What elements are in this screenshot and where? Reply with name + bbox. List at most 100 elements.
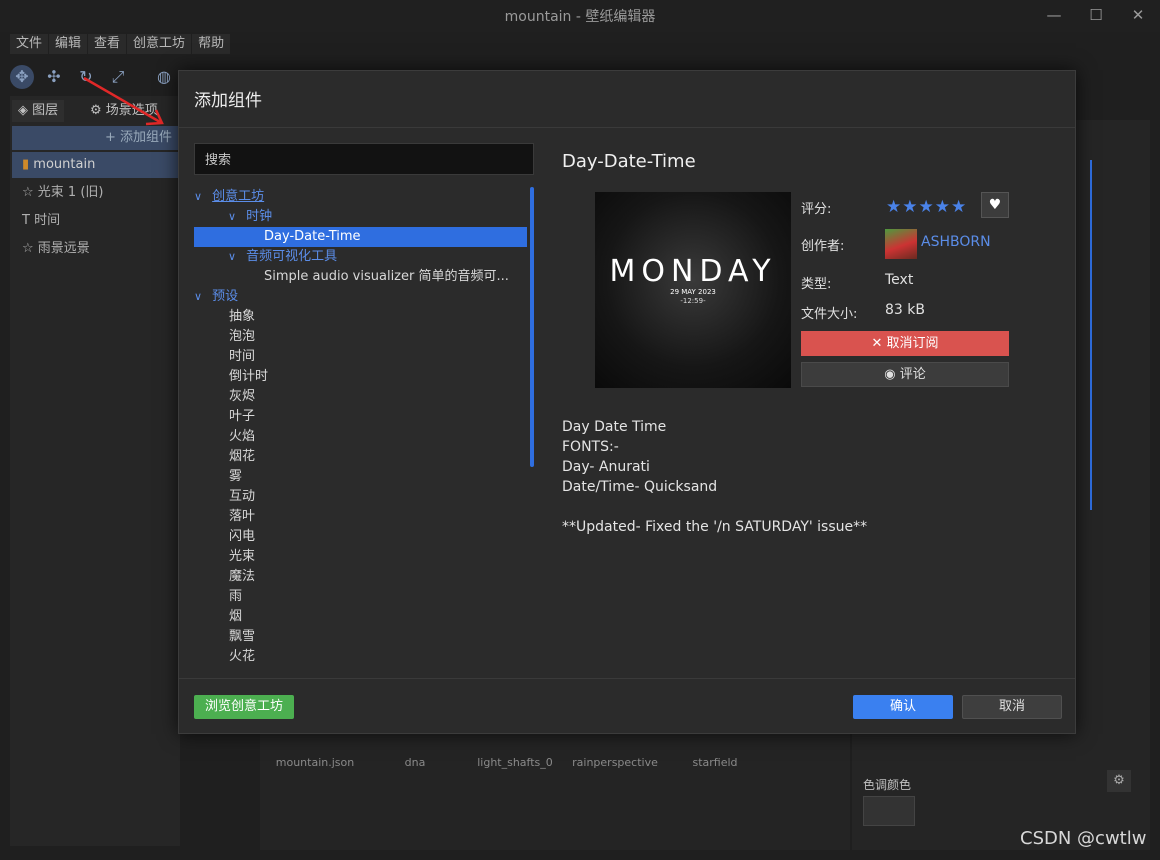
search-input[interactable] <box>194 143 534 175</box>
asset-item[interactable]: mountain.json <box>270 756 360 769</box>
preset-item[interactable]: 火花 <box>229 647 255 667</box>
menu-workshop[interactable]: 创意工坊 <box>127 34 192 54</box>
preset-item[interactable]: 抽象 <box>229 307 255 327</box>
tree-node-label: 预设 <box>212 289 239 304</box>
tab-layers-label: 图层 <box>32 103 59 118</box>
unsubscribe-button[interactable]: ✕ 取消订阅 <box>801 331 1009 356</box>
chevron-down-icon: ∨ <box>194 290 203 303</box>
preset-item[interactable]: 魔法 <box>229 567 255 587</box>
asset-browser: mountain.json dna light_shafts_0 rainper… <box>260 730 850 850</box>
preset-item[interactable]: 泡泡 <box>229 327 255 347</box>
author-avatar[interactable] <box>885 229 917 259</box>
divider <box>179 678 1075 679</box>
preview-date-text: 29 MAY 2023 <box>670 288 716 296</box>
close-window-button[interactable]: ✕ <box>1124 4 1152 26</box>
asset-item[interactable]: light_shafts_0 <box>470 756 560 769</box>
rating-label: 评分: <box>801 202 832 217</box>
type-value: Text <box>885 272 914 288</box>
maximize-button[interactable]: ☐ <box>1082 4 1110 26</box>
select-tool-icon[interactable]: ✥ <box>10 65 34 89</box>
star-icon: ☆ <box>22 241 38 256</box>
preset-item[interactable]: 飘雪 <box>229 627 255 647</box>
window-title: mountain - 壁纸编辑器 <box>504 9 656 25</box>
component-preview-image: MONDAY 29 MAY 2023 -12:59- <box>595 192 791 388</box>
tree-node-audio-visualizer[interactable]: ∨ 音频可视化工具 <box>228 247 337 267</box>
chevron-down-icon: ∨ <box>194 190 203 203</box>
tint-color-label: 色调颜色 <box>863 778 912 792</box>
preset-item[interactable]: 互动 <box>229 487 255 507</box>
author-link[interactable]: ASHBORN <box>921 234 991 250</box>
watermark: CSDN @cwtlw <box>1020 828 1147 849</box>
layer-label: 雨景远景 <box>37 241 90 256</box>
preset-item[interactable]: 雾 <box>229 467 242 487</box>
asset-item[interactable]: rainperspective <box>570 756 660 769</box>
move-tool-icon[interactable]: ✣ <box>42 65 66 89</box>
layer-item[interactable]: ☆ 光束 1 (旧) <box>12 180 178 206</box>
preset-item[interactable]: 火焰 <box>229 427 255 447</box>
tree-scrollbar[interactable] <box>530 187 534 467</box>
description-line: FONTS:- <box>562 439 619 455</box>
layer-label: 时间 <box>34 213 61 228</box>
color-swatch[interactable] <box>863 796 915 826</box>
confirm-button[interactable]: 确认 <box>853 695 953 719</box>
menu-help[interactable]: 帮助 <box>192 34 231 54</box>
lock-icon: ▮ <box>22 157 34 172</box>
menu-file[interactable]: 文件 <box>10 34 49 54</box>
preset-item[interactable]: 时间 <box>229 347 255 367</box>
layer-item[interactable]: T 时间 <box>12 208 178 234</box>
tree-node-label: 创意工坊 <box>212 189 265 204</box>
tree-item-audio-visualizer[interactable]: Simple audio visualizer 简单的音频可... <box>264 267 509 287</box>
preset-item[interactable]: 叶子 <box>229 407 255 427</box>
layer-label: 光束 1 (旧) <box>37 185 104 200</box>
preset-item[interactable]: 烟 <box>229 607 242 627</box>
author-label: 创作者: <box>801 239 845 254</box>
favorite-heart-icon[interactable]: ♥ <box>981 192 1009 218</box>
description-line: Day Date Time <box>562 419 667 435</box>
comment-button[interactable]: ◉ 评论 <box>801 362 1009 387</box>
panel-scrollbar[interactable] <box>1090 160 1092 510</box>
menu-edit[interactable]: 编辑 <box>49 34 88 54</box>
layer-item[interactable]: ☆ 雨景远景 <box>12 236 178 262</box>
tree-node-label: 音频可视化工具 <box>246 249 338 264</box>
rating-stars: ★★★★★ <box>886 197 968 217</box>
preview-day-text: MONDAY <box>609 254 777 289</box>
chevron-down-icon: ∨ <box>228 250 237 263</box>
preset-item[interactable]: 灰烬 <box>229 387 255 407</box>
gear-icon[interactable]: ⚙ <box>1107 770 1131 792</box>
type-label: 类型: <box>801 277 832 292</box>
description-line: Day- Anurati <box>562 459 650 475</box>
preset-item[interactable]: 落叶 <box>229 507 255 527</box>
comment-label: 评论 <box>899 367 926 382</box>
menu-view[interactable]: 查看 <box>88 34 127 54</box>
layers-icon: ◈ <box>18 103 33 118</box>
annotation-arrow <box>83 76 164 126</box>
preview-time-text: -12:59- <box>680 297 706 305</box>
tab-layers[interactable]: ◈ 图层 <box>12 100 65 122</box>
tree-node-label: 时钟 <box>246 209 273 224</box>
steam-icon: ◉ <box>884 367 900 382</box>
tree-node-workshop[interactable]: ∨ 创意工坊 <box>194 187 264 207</box>
file-size-label: 文件大小: <box>801 307 858 322</box>
preset-item[interactable]: 雨 <box>229 587 242 607</box>
preset-item[interactable]: 光束 <box>229 547 255 567</box>
preset-item[interactable]: 闪电 <box>229 527 255 547</box>
preset-item[interactable]: 烟花 <box>229 447 255 467</box>
layers-panel: ◈ 图层 ⚙ 场景选项 + 添加组件 ▮ mountain ☆ 光束 1 (旧)… <box>10 96 180 846</box>
preset-item[interactable]: 倒计时 <box>229 367 268 387</box>
star-icon: ☆ <box>22 185 38 200</box>
text-icon: T <box>22 213 35 228</box>
layer-item[interactable]: ▮ mountain <box>12 152 178 178</box>
component-name: Day-Date-Time <box>562 151 696 172</box>
minimize-button[interactable]: — <box>1040 4 1068 26</box>
asset-item[interactable]: starfield <box>670 756 760 769</box>
tree-node-presets[interactable]: ∨ 预设 <box>194 287 238 307</box>
tree-node-clock[interactable]: ∨ 时钟 <box>228 207 272 227</box>
file-size-value: 83 kB <box>885 302 925 318</box>
asset-item[interactable]: dna <box>370 756 460 769</box>
chevron-down-icon: ∨ <box>228 210 237 223</box>
title-bar: mountain - 壁纸编辑器 — ☐ ✕ <box>0 0 1160 32</box>
tree-item-day-date-time[interactable]: Day-Date-Time <box>194 227 527 247</box>
add-component-dialog: 添加组件 ∨ 创意工坊 ∨ 时钟 Day-Date-Time ∨ 音频可视化工具… <box>178 70 1076 734</box>
cancel-button[interactable]: 取消 <box>962 695 1062 719</box>
browse-workshop-button[interactable]: 浏览创意工坊 <box>194 695 294 719</box>
